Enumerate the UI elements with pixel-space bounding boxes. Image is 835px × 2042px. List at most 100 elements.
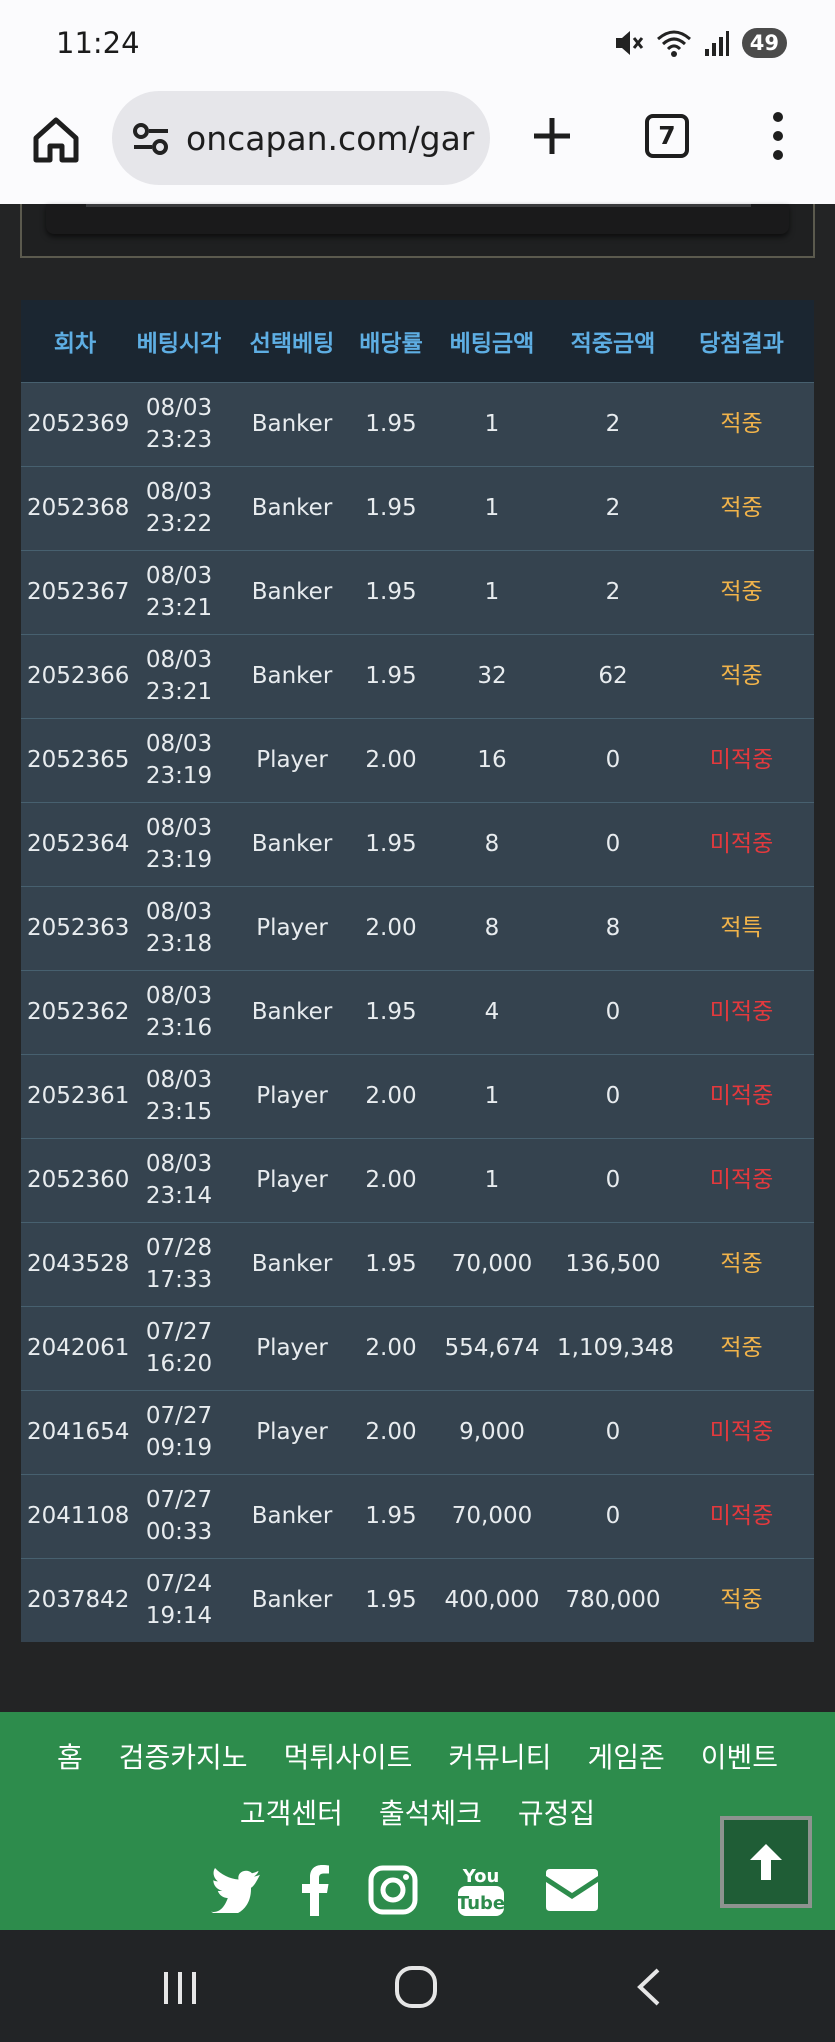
youtube-icon[interactable]: You Tube	[456, 1862, 506, 1922]
cell-result: 적중	[720, 663, 763, 689]
cell-pick: Player	[256, 1083, 328, 1109]
col-header-round[interactable]: 회차	[21, 300, 129, 382]
col-header-result[interactable]: 당첨결과	[669, 300, 814, 382]
cell-pick: Player	[256, 1419, 328, 1445]
cell-bet-time: 08/03 23:18	[129, 886, 229, 970]
cell-result: 적중	[720, 1335, 763, 1361]
cell-bet-amount: 32	[477, 663, 507, 689]
bet-time: 23:15	[145, 1099, 213, 1125]
facebook-icon[interactable]	[300, 1864, 330, 1920]
cell-win-amount: 0	[605, 1503, 621, 1529]
cell-odds: 2.00	[365, 1167, 417, 1193]
footer-link-attendance[interactable]: 출석체크	[379, 1792, 482, 1832]
col-header-bet-amount[interactable]: 베팅금액	[427, 300, 557, 382]
url-text: oncapan.com/gar	[186, 119, 475, 158]
footer-link-game-zone[interactable]: 게임존	[587, 1736, 664, 1776]
bet-date: 07/27	[145, 1487, 213, 1513]
instagram-icon[interactable]	[368, 1865, 418, 1919]
bet-date: 08/03	[145, 647, 213, 673]
cell-bet-time: 08/03 23:21	[129, 550, 229, 634]
cell-bet-amount: 8	[484, 915, 500, 941]
bet-date: 07/28	[145, 1235, 213, 1261]
col-header-odds[interactable]: 배당률	[355, 300, 427, 382]
recent-apps-icon[interactable]	[160, 1968, 200, 2008]
cell-bet-amount: 1	[484, 411, 500, 437]
bet-date: 08/03	[145, 1151, 213, 1177]
cell-odds: 1.95	[365, 663, 417, 689]
cell-win-amount: 0	[605, 999, 621, 1025]
back-icon[interactable]	[632, 1966, 666, 2008]
cell-win-amount: 0	[605, 747, 621, 773]
bet-time: 16:20	[145, 1351, 213, 1377]
footer-link-community[interactable]: 커뮤니티	[448, 1736, 551, 1776]
cell-pick: Banker	[251, 495, 333, 521]
cell-round: 2052363	[27, 915, 130, 941]
address-bar[interactable]: oncapan.com/gar	[112, 91, 490, 185]
system-navigation-bar	[0, 1930, 835, 2042]
cell-win-amount: 0	[605, 831, 621, 857]
table-row: 2052369 08/03 23:23 Banker 1.95 1 2 적중	[21, 382, 814, 466]
mute-icon	[615, 31, 643, 55]
cell-odds: 2.00	[365, 1419, 417, 1445]
footer-link-events[interactable]: 이벤트	[701, 1736, 778, 1776]
cell-round: 2052367	[27, 579, 130, 605]
table-row: 2052364 08/03 23:19 Banker 1.95 8 0 미적중	[21, 802, 814, 886]
cell-bet-time: 08/03 23:16	[129, 970, 229, 1054]
arrow-up-icon	[750, 1844, 782, 1880]
cell-win-amount: 136,500	[565, 1251, 661, 1277]
footer-link-scam-sites[interactable]: 먹튀사이트	[284, 1736, 413, 1776]
cell-result: 적중	[720, 411, 763, 437]
table-row: 2037842 07/24 19:14 Banker 1.95 400,000 780,00…	[21, 1558, 814, 1642]
cell-bet-amount: 1	[484, 495, 500, 521]
cell-win-amount: 2	[605, 411, 621, 437]
cell-odds: 1.95	[365, 1251, 417, 1277]
cell-bet-amount: 16	[477, 747, 507, 773]
cell-round: 2052365	[27, 747, 130, 773]
home-circle-icon[interactable]	[393, 1964, 439, 2010]
more-menu-icon[interactable]	[763, 108, 793, 164]
footer-link-verified-casino[interactable]: 검증카지노	[119, 1736, 248, 1776]
footer-link-home[interactable]: 홈	[57, 1736, 83, 1776]
col-header-bet-time[interactable]: 베팅시각	[129, 300, 229, 382]
bet-time: 23:19	[145, 763, 213, 789]
cell-win-amount: 0	[605, 1167, 621, 1193]
cell-round: 2037842	[27, 1587, 130, 1614]
tab-switcher-button[interactable]: 7	[645, 114, 689, 158]
bet-time: 23:18	[145, 931, 213, 957]
col-header-win-amount[interactable]: 적중금액	[557, 300, 669, 382]
top-panel-inner	[46, 204, 789, 234]
col-header-pick[interactable]: 선택베팅	[229, 300, 355, 382]
site-settings-icon[interactable]	[132, 122, 170, 156]
cell-round: 2052369	[27, 411, 130, 437]
site-footer: 홈 검증카지노 먹튀사이트 커뮤니티 게임존 이벤트 고객센터 출석체크 규정집	[0, 1712, 835, 1930]
table-row: 2041654 07/27 09:19 Player 2.00 9,000 0 미적중	[21, 1390, 814, 1474]
scroll-to-top-button[interactable]	[720, 1816, 812, 1908]
cell-round: 2052364	[27, 831, 130, 857]
browser-toolbar: oncapan.com/gar 7	[0, 86, 835, 204]
table-row: 2052362 08/03 23:16 Banker 1.95 4 0 미적중	[21, 970, 814, 1054]
top-panel	[20, 204, 815, 258]
cell-round: 2052366	[27, 663, 130, 689]
twitter-icon[interactable]	[210, 1867, 262, 1917]
svg-text:Tube: Tube	[457, 1893, 505, 1914]
mail-icon[interactable]	[544, 1867, 600, 1917]
cell-win-amount: 1,109,348	[557, 1335, 675, 1361]
home-icon[interactable]	[28, 112, 84, 168]
cell-pick: Banker	[251, 663, 333, 689]
bet-date: 08/03	[145, 395, 213, 421]
cell-win-amount: 0	[605, 1083, 621, 1109]
cell-bet-amount: 70,000	[451, 1503, 533, 1529]
new-tab-icon[interactable]	[528, 112, 576, 160]
cell-bet-time: 08/03 23:14	[129, 1138, 229, 1222]
cell-round: 2041654	[27, 1419, 130, 1445]
bet-time: 23:21	[145, 595, 213, 621]
cell-odds: 2.00	[365, 1335, 417, 1361]
table-row: 2052368 08/03 23:22 Banker 1.95 1 2 적중	[21, 466, 814, 550]
footer-link-support[interactable]: 고객센터	[240, 1792, 343, 1832]
bet-time: 17:33	[145, 1267, 213, 1293]
footer-link-rules[interactable]: 규정집	[518, 1792, 595, 1832]
table-row: 2052360 08/03 23:14 Player 2.00 1 0 미적중	[21, 1138, 814, 1222]
cell-result: 미적중	[709, 1167, 774, 1193]
cell-odds: 2.00	[365, 1083, 417, 1109]
cell-bet-amount: 554,674	[444, 1335, 540, 1361]
